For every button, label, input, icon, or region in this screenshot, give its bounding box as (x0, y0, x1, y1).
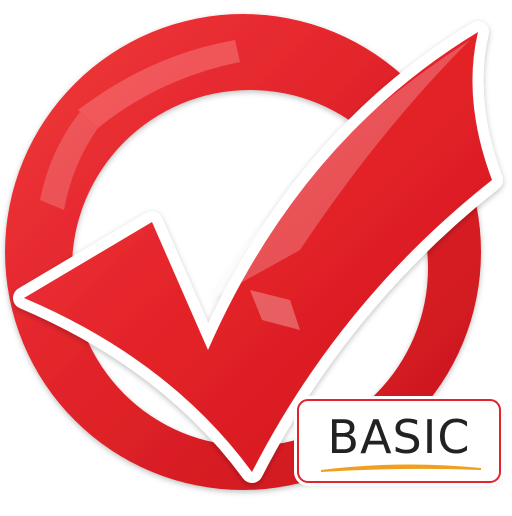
badge-label: BASIC (327, 410, 471, 464)
swoosh-underline (320, 464, 482, 472)
basic-badge: BASIC (297, 399, 501, 483)
